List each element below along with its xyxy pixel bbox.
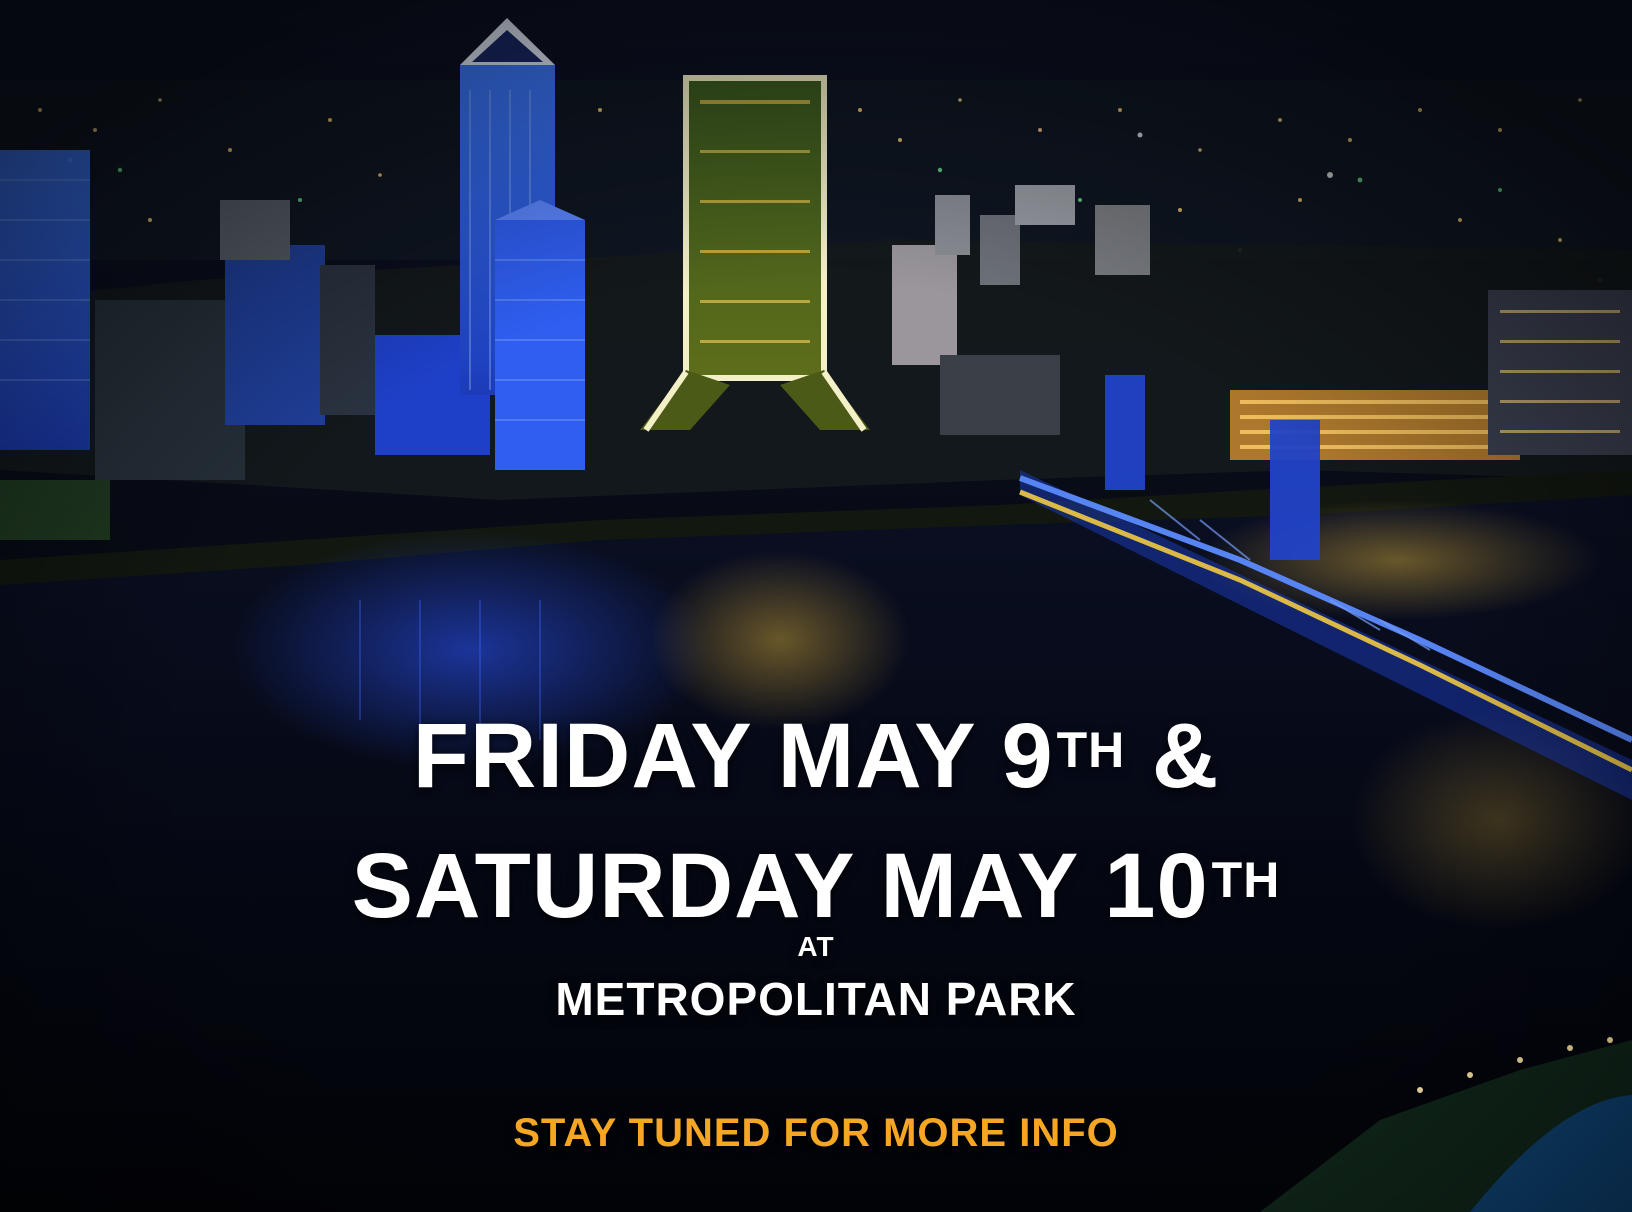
- venue-name: METROPOLITAN PARK: [555, 973, 1077, 1025]
- date-line-saturday: SATURDAY MAY 10TH: [0, 838, 1632, 934]
- at-label: AT: [797, 931, 835, 962]
- city-skyline-photo: [0, 0, 1632, 1212]
- date-line-friday: FRIDAY MAY 9TH &: [0, 708, 1632, 804]
- friday-date-suffix: TH: [1056, 722, 1126, 778]
- ampersand: &: [1125, 705, 1220, 807]
- saturday-date-suffix: TH: [1211, 852, 1281, 908]
- friday-date: FRIDAY MAY 9: [412, 705, 1054, 807]
- saturday-date: SATURDAY MAY 10: [351, 835, 1209, 937]
- stay-tuned-text: STAY TUNED FOR MORE INFO: [513, 1111, 1119, 1155]
- event-poster: FRIDAY MAY 9TH & SATURDAY MAY 10TH AT ME…: [0, 0, 1632, 1212]
